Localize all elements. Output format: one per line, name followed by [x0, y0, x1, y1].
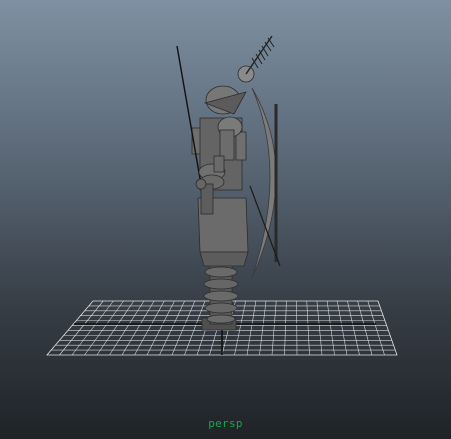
- grid-line: [259, 300, 267, 356]
- character-model[interactable]: [176, 35, 281, 331]
- 3d-viewport[interactable]: persp: [0, 0, 451, 439]
- grid-line: [357, 300, 373, 356]
- spiral-leg: [203, 261, 239, 325]
- grid-line: [84, 300, 124, 356]
- grid-line: [347, 300, 360, 356]
- grid-line: [59, 300, 104, 356]
- grid-line: [246, 300, 257, 356]
- grid-line: [367, 300, 385, 356]
- grid-line: [284, 300, 287, 356]
- grid-line: [146, 300, 175, 356]
- grid-line: [316, 300, 323, 356]
- grid-line: [171, 300, 196, 356]
- grid-line: [306, 300, 310, 356]
- camera-name-label: persp: [208, 417, 243, 430]
- grid-line: [336, 300, 348, 356]
- grid-line: [159, 300, 185, 356]
- scene-canvas[interactable]: [0, 0, 451, 439]
- grid-line: [96, 300, 134, 356]
- grid-line: [271, 300, 277, 356]
- grid-line: [71, 300, 114, 356]
- grid-line: [326, 300, 335, 356]
